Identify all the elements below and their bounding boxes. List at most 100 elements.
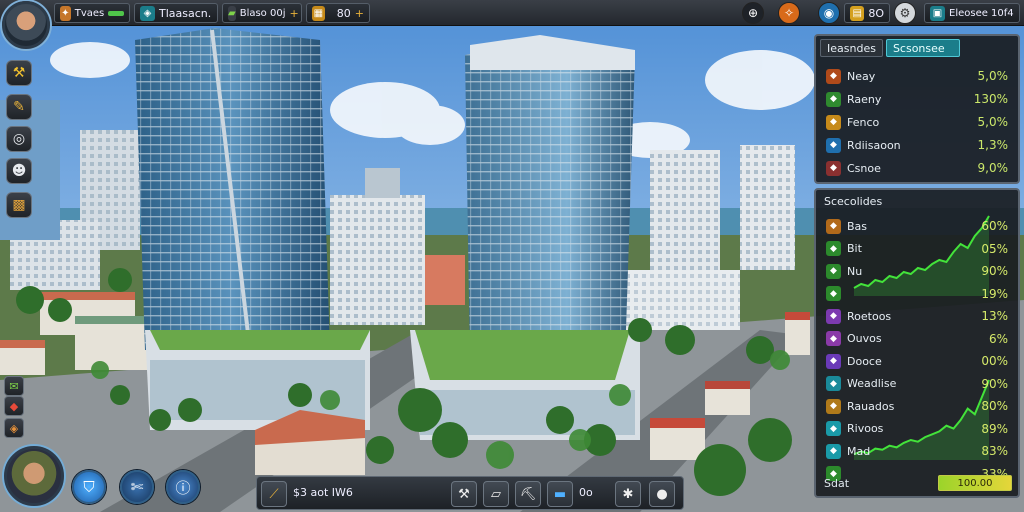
tab-resources[interactable]: Ieasndes — [820, 39, 883, 57]
resource-row[interactable]: ◆ Csnoe 9,0% — [826, 158, 1008, 178]
pickaxe-icon: ⛏ — [519, 486, 537, 502]
resource-label: Csnoe — [847, 161, 881, 175]
resource-b-chip[interactable]: ▦ 80 + — [306, 3, 370, 23]
status-bar: Sdat 100.00 — [824, 474, 1012, 492]
info-button[interactable]: ⓘ — [166, 470, 200, 504]
fire-icon: ✧ — [783, 6, 795, 20]
status-meter[interactable]: 100.00 — [938, 475, 1012, 491]
factory-icon: ◆ — [826, 218, 841, 234]
map-icon: ▩ — [12, 197, 26, 213]
player-chip[interactable]: ✦ Tvaes — [54, 3, 130, 23]
player-name: Tvaes — [74, 7, 105, 19]
economy-value: 13% — [981, 309, 1008, 323]
resource-a-value: Blaso 00j — [239, 7, 286, 19]
economy-row[interactable]: ◆ 19% — [826, 284, 1008, 304]
resource-b-value: 80 — [336, 6, 351, 20]
build-slot-paper[interactable]: ▱ — [483, 481, 509, 507]
resource-label: Rdiisaoon — [847, 138, 901, 152]
shield-icon: ◆ — [826, 353, 841, 369]
tab-economy[interactable]: Scsonsee — [885, 39, 960, 57]
hammer-icon: ⚒ — [12, 65, 26, 81]
tool-map[interactable]: ▩ — [6, 192, 32, 218]
ball-icon: ◎ — [12, 131, 26, 147]
paper-icon: ▱ — [491, 486, 501, 502]
resource-label: Fenco — [847, 115, 880, 129]
tool-build[interactable]: ⚒ — [6, 60, 32, 86]
add-icon: + — [289, 6, 299, 20]
economy-label: Nu — [847, 264, 863, 278]
wrench-icon: ✄ — [130, 478, 144, 496]
crate-icon: ▦ — [312, 5, 325, 21]
economy-value: 80% — [981, 399, 1008, 413]
tool-quest[interactable]: ◈ — [4, 418, 24, 438]
tools-button[interactable]: ✄ — [120, 470, 154, 504]
economy-row[interactable]: ◆ Rivoos 89% — [826, 419, 1008, 439]
resource-label: Raeny — [847, 92, 882, 106]
resource-row[interactable]: ◆ Neay 5,0% — [826, 66, 1008, 86]
star-icon: ✱ — [622, 486, 634, 502]
chat-icon: ✉ — [9, 379, 19, 393]
world-button[interactable]: ◉ — [818, 2, 840, 24]
tool-edit[interactable]: ✎ — [6, 94, 32, 120]
economy-row[interactable]: ◆ Nu 90% — [826, 261, 1008, 281]
settings-button[interactable]: ⚙ — [894, 2, 916, 24]
treasury-chip[interactable]: ◈ Tlaasacn. — [134, 3, 218, 23]
city-label: Eleosee 10f4 — [949, 7, 1014, 19]
gold-value: 8O — [868, 6, 884, 20]
tool-chat[interactable]: ✉ — [4, 376, 24, 396]
globe-icon: ⊕ — [747, 6, 759, 20]
economy-value: 19% — [981, 286, 1008, 301]
hammer-icon: ⚒ — [458, 486, 470, 502]
economy-row[interactable]: ◆ Dooce 00% — [826, 351, 1008, 371]
economy-label: Bit — [847, 242, 862, 255]
resource-row[interactable]: ◆ Rdiisaoon 1,3% — [826, 135, 1008, 155]
build-slot-rock[interactable]: ● — [649, 481, 675, 507]
economy-value: 6% — [988, 331, 1008, 346]
build-slot-pick[interactable]: ⛏ — [515, 481, 541, 507]
resource-row[interactable]: ◆ Fenco 5,0% — [826, 112, 1008, 132]
tool-stats[interactable]: ◎ — [6, 126, 32, 152]
shield-icon: ⛉ — [83, 478, 95, 496]
build-slot-torch[interactable]: ⟋ — [261, 481, 287, 507]
tool-alert[interactable]: ◆ — [4, 396, 24, 416]
build-slot-star[interactable]: ✱ — [615, 481, 641, 507]
economy-value: 60% — [981, 219, 1008, 233]
economy-row[interactable]: ◆ Ouvos 6% — [826, 329, 1008, 349]
build-slot-road[interactable]: ▬ — [547, 481, 573, 507]
economy-row[interactable]: ◆ Roetoos 13% — [826, 306, 1008, 326]
chest-icon: ◆ — [826, 398, 841, 414]
economy-label: Rivoos — [847, 422, 884, 435]
advisor-avatar[interactable] — [4, 446, 64, 506]
boost-button[interactable]: ✧ — [778, 2, 800, 24]
resource-value: 130% — [973, 92, 1008, 106]
economy-row[interactable]: ◆ Rauados 80% — [826, 396, 1008, 416]
city-chip[interactable]: ▣ Eleosee 10f4 — [924, 3, 1020, 23]
scroll-icon: ◈ — [9, 421, 19, 435]
shield-button[interactable]: ⛉ — [72, 470, 106, 504]
torch-icon: ⟋ — [269, 486, 279, 502]
economy-title: Scecolides — [824, 195, 883, 208]
gold-chip[interactable]: ▤ 8O — [844, 3, 890, 23]
economy-row[interactable]: ◆ Mad 83% — [826, 441, 1008, 461]
growth-icon: ◆ — [826, 286, 841, 301]
tools-icon: ◆ — [826, 160, 841, 176]
economy-label: Roetoos — [847, 309, 892, 323]
resource-row[interactable]: ◆ Raeny 130% — [826, 89, 1008, 109]
city-icon: ▣ — [930, 5, 945, 21]
economy-row[interactable]: ◆ Weadlise 90% — [826, 374, 1008, 394]
economy-panel: Scecolides ◆ Bas 60% ◆ Bit 05% ◆ Nu 90% ◆ 19% ◆ Roet… — [814, 188, 1020, 498]
economy-row[interactable]: ◆ Bit 05% — [826, 239, 1008, 259]
economy-label: Weadlise — [847, 377, 897, 390]
resource-a-chip[interactable]: ▰ Blaso 00j + — [222, 3, 302, 23]
economy-value: 83% — [981, 444, 1008, 458]
wave-icon: ◆ — [826, 376, 841, 391]
build-slot-hammer[interactable]: ⚒ — [451, 481, 477, 507]
economy-row[interactable]: ◆ Bas 60% — [826, 216, 1008, 236]
tool-population[interactable]: ☻ — [6, 158, 32, 184]
economy-value: 89% — [981, 421, 1008, 436]
road-icon: ▬ — [553, 486, 567, 502]
build-bar: ⟋ $3 aot IW6 ⚒ ▱ ⛏ ▬ 0o ✱ ● — [256, 476, 684, 510]
player-avatar[interactable] — [2, 1, 50, 49]
globe-button[interactable]: ⊕ — [742, 2, 764, 24]
build-right-label: 0o — [579, 486, 593, 499]
